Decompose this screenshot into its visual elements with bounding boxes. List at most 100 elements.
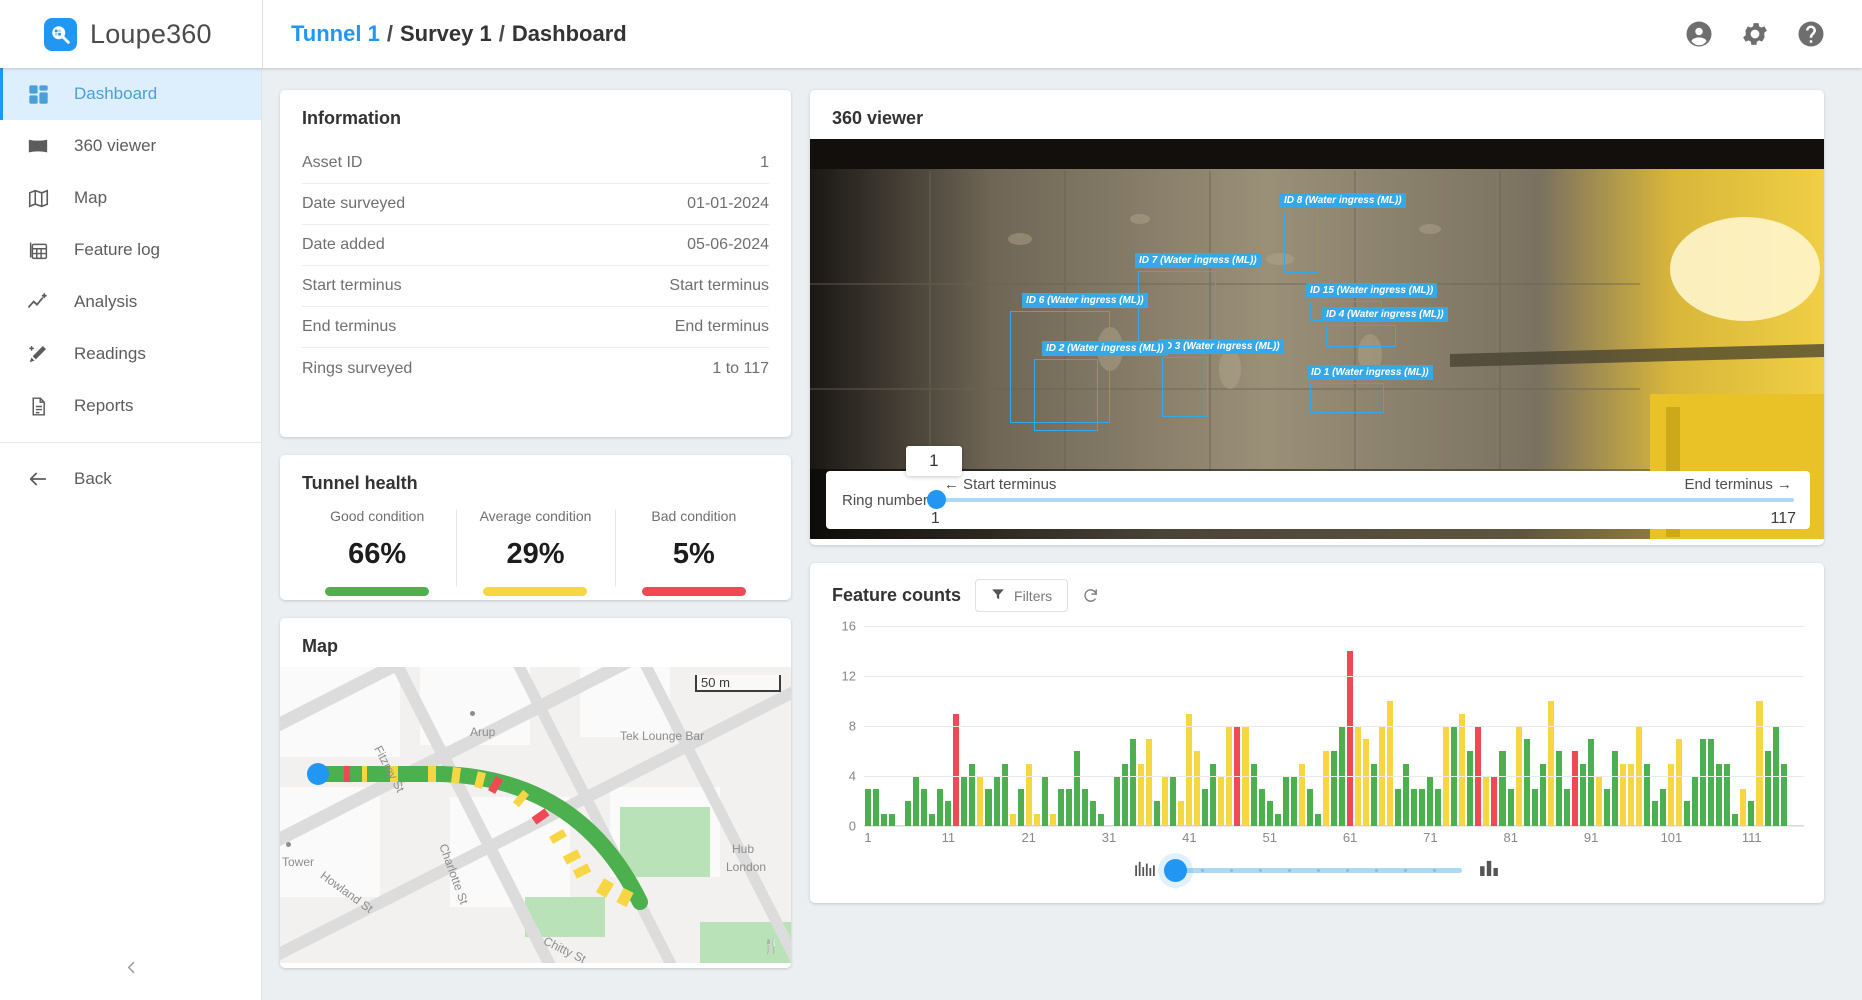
annotation-label[interactable]: ID 15 (Water ingress (ML)) xyxy=(1306,283,1438,298)
chart-bar[interactable] xyxy=(1362,738,1369,826)
chart-bar[interactable] xyxy=(1555,751,1562,826)
chart-bar[interactable] xyxy=(1290,776,1297,826)
sidebar-item-back[interactable]: Back xyxy=(0,453,261,505)
sidebar-item-analysis[interactable]: Analysis xyxy=(0,276,261,328)
chart-bar[interactable] xyxy=(1210,763,1217,826)
chart-bar[interactable] xyxy=(1274,813,1281,826)
chart-bar[interactable] xyxy=(1571,751,1578,826)
chart-bar[interactable] xyxy=(1756,701,1763,826)
sidebar-item-map[interactable]: Map xyxy=(0,172,261,224)
chart-bar[interactable] xyxy=(1306,788,1313,826)
brand[interactable]: Loupe360 xyxy=(0,17,262,51)
chart-zoom-handle[interactable] xyxy=(1164,859,1187,882)
chart-bar[interactable] xyxy=(1017,788,1024,826)
sidebar-item-360-viewer[interactable]: 360 viewer xyxy=(0,120,261,172)
chart-bar[interactable] xyxy=(1113,776,1120,826)
chart-bar[interactable] xyxy=(1298,763,1305,826)
chart-bar[interactable] xyxy=(1154,801,1161,826)
chart-bar[interactable] xyxy=(1547,701,1554,826)
chart-bar[interactable] xyxy=(937,788,944,826)
ring-number-slider[interactable]: ← Start terminus End terminus → 1 1 117 xyxy=(905,446,1796,527)
breadcrumb-tunnel[interactable]: Tunnel 1 xyxy=(291,21,380,47)
chart-bar[interactable] xyxy=(881,813,888,826)
chart-bar[interactable] xyxy=(1194,751,1201,826)
chart-bar[interactable] xyxy=(1660,788,1667,826)
chart-bar[interactable] xyxy=(1411,788,1418,826)
chart-bar[interactable] xyxy=(1162,776,1169,826)
chart-bar[interactable] xyxy=(969,763,976,826)
annotation-label[interactable]: ID 3 (Water ingress (ML)) xyxy=(1158,339,1284,354)
chart-bar[interactable] xyxy=(889,813,896,826)
chart-bar[interactable] xyxy=(1627,763,1634,826)
chart-bar[interactable] xyxy=(1282,776,1289,826)
chart-bar[interactable] xyxy=(1740,788,1747,826)
chart-bar[interactable] xyxy=(905,801,912,826)
chart-bar[interactable] xyxy=(1081,788,1088,826)
chart-bar[interactable] xyxy=(1041,776,1048,826)
chart-bar[interactable] xyxy=(1644,763,1651,826)
breadcrumb-survey[interactable]: Survey 1 xyxy=(400,21,492,47)
chart-bar[interactable] xyxy=(1619,763,1626,826)
chart-bar[interactable] xyxy=(953,713,960,826)
chart-bar[interactable] xyxy=(873,788,880,826)
chart-bar[interactable] xyxy=(1684,801,1691,826)
chart-bar[interactable] xyxy=(1419,788,1426,826)
chart-bar[interactable] xyxy=(1403,763,1410,826)
sidebar-collapse-button[interactable] xyxy=(0,959,262,976)
chart-bar[interactable] xyxy=(1049,813,1056,826)
chart-bar[interactable] xyxy=(921,788,928,826)
chart-bar[interactable] xyxy=(1138,763,1145,826)
chart-bar[interactable] xyxy=(1491,776,1498,826)
chart-bar[interactable] xyxy=(945,801,952,826)
chart-bar[interactable] xyxy=(1748,801,1755,826)
chart-bar[interactable] xyxy=(1732,813,1739,826)
chart-bar[interactable] xyxy=(1789,764,1795,827)
map-canvas[interactable]: Arup Tower Tek Lounge Bar Hub London Fit… xyxy=(280,667,791,963)
chart-bar[interactable] xyxy=(1073,751,1080,826)
annotation-label[interactable]: ID 4 (Water ingress (ML)) xyxy=(1322,307,1448,322)
annotation-label[interactable]: ID 1 (Water ingress (ML)) xyxy=(1307,365,1433,380)
chart-bar[interactable] xyxy=(1764,751,1771,826)
annotation-label[interactable]: ID 7 (Water ingress (ML)) xyxy=(1135,253,1261,268)
chart-bar[interactable] xyxy=(1122,763,1129,826)
chart-bar[interactable] xyxy=(1370,763,1377,826)
chart-bar[interactable] xyxy=(1668,763,1675,826)
refresh-icon[interactable] xyxy=(1082,587,1099,604)
chart-bar[interactable] xyxy=(985,788,992,826)
chart-bar[interactable] xyxy=(1563,788,1570,826)
annotation-label[interactable]: ID 6 (Water ingress (ML)) xyxy=(1022,293,1148,308)
annotation-label[interactable]: ID 8 (Water ingress (ML)) xyxy=(1280,193,1406,208)
help-icon[interactable] xyxy=(1796,19,1826,49)
chart-bar[interactable] xyxy=(1395,788,1402,826)
chart-bar[interactable] xyxy=(1346,651,1353,826)
chart-bar[interactable] xyxy=(1170,776,1177,826)
chart-bar[interactable] xyxy=(1001,763,1008,826)
chart-bar[interactable] xyxy=(1692,776,1699,826)
chart-bar[interactable] xyxy=(1435,788,1442,826)
chart-bar[interactable] xyxy=(1427,776,1434,826)
chart-bar[interactable] xyxy=(1595,776,1602,826)
filters-button[interactable]: Filters xyxy=(975,579,1069,612)
panorama-image[interactable]: ID 8 (Water ingress (ML)) ID 7 (Water in… xyxy=(810,139,1824,539)
account-icon[interactable] xyxy=(1684,19,1714,49)
chart-bar[interactable] xyxy=(1218,776,1225,826)
chart-bar[interactable] xyxy=(1186,713,1193,826)
chart-bar[interactable] xyxy=(1250,763,1257,826)
chart-bar[interactable] xyxy=(1025,763,1032,826)
chart-bar[interactable] xyxy=(1130,738,1137,826)
chart-bar[interactable] xyxy=(1178,801,1185,826)
chart-bar[interactable] xyxy=(1708,738,1715,826)
chart-bar[interactable] xyxy=(929,813,936,826)
chart-bar[interactable] xyxy=(1724,763,1731,826)
chart-bar[interactable] xyxy=(961,776,968,826)
ring-slider-handle[interactable] xyxy=(926,490,946,509)
chart-bar[interactable] xyxy=(913,776,920,826)
chart-bar[interactable] xyxy=(865,788,872,826)
chart-bar[interactable] xyxy=(1330,751,1337,826)
sidebar-item-readings[interactable]: Readings xyxy=(0,328,261,380)
chart-bar[interactable] xyxy=(1097,813,1104,826)
chart-bar[interactable] xyxy=(1057,788,1064,826)
chart-bar[interactable] xyxy=(1523,738,1530,826)
chart-bar[interactable] xyxy=(993,776,1000,826)
chart-bar[interactable] xyxy=(1009,813,1016,826)
